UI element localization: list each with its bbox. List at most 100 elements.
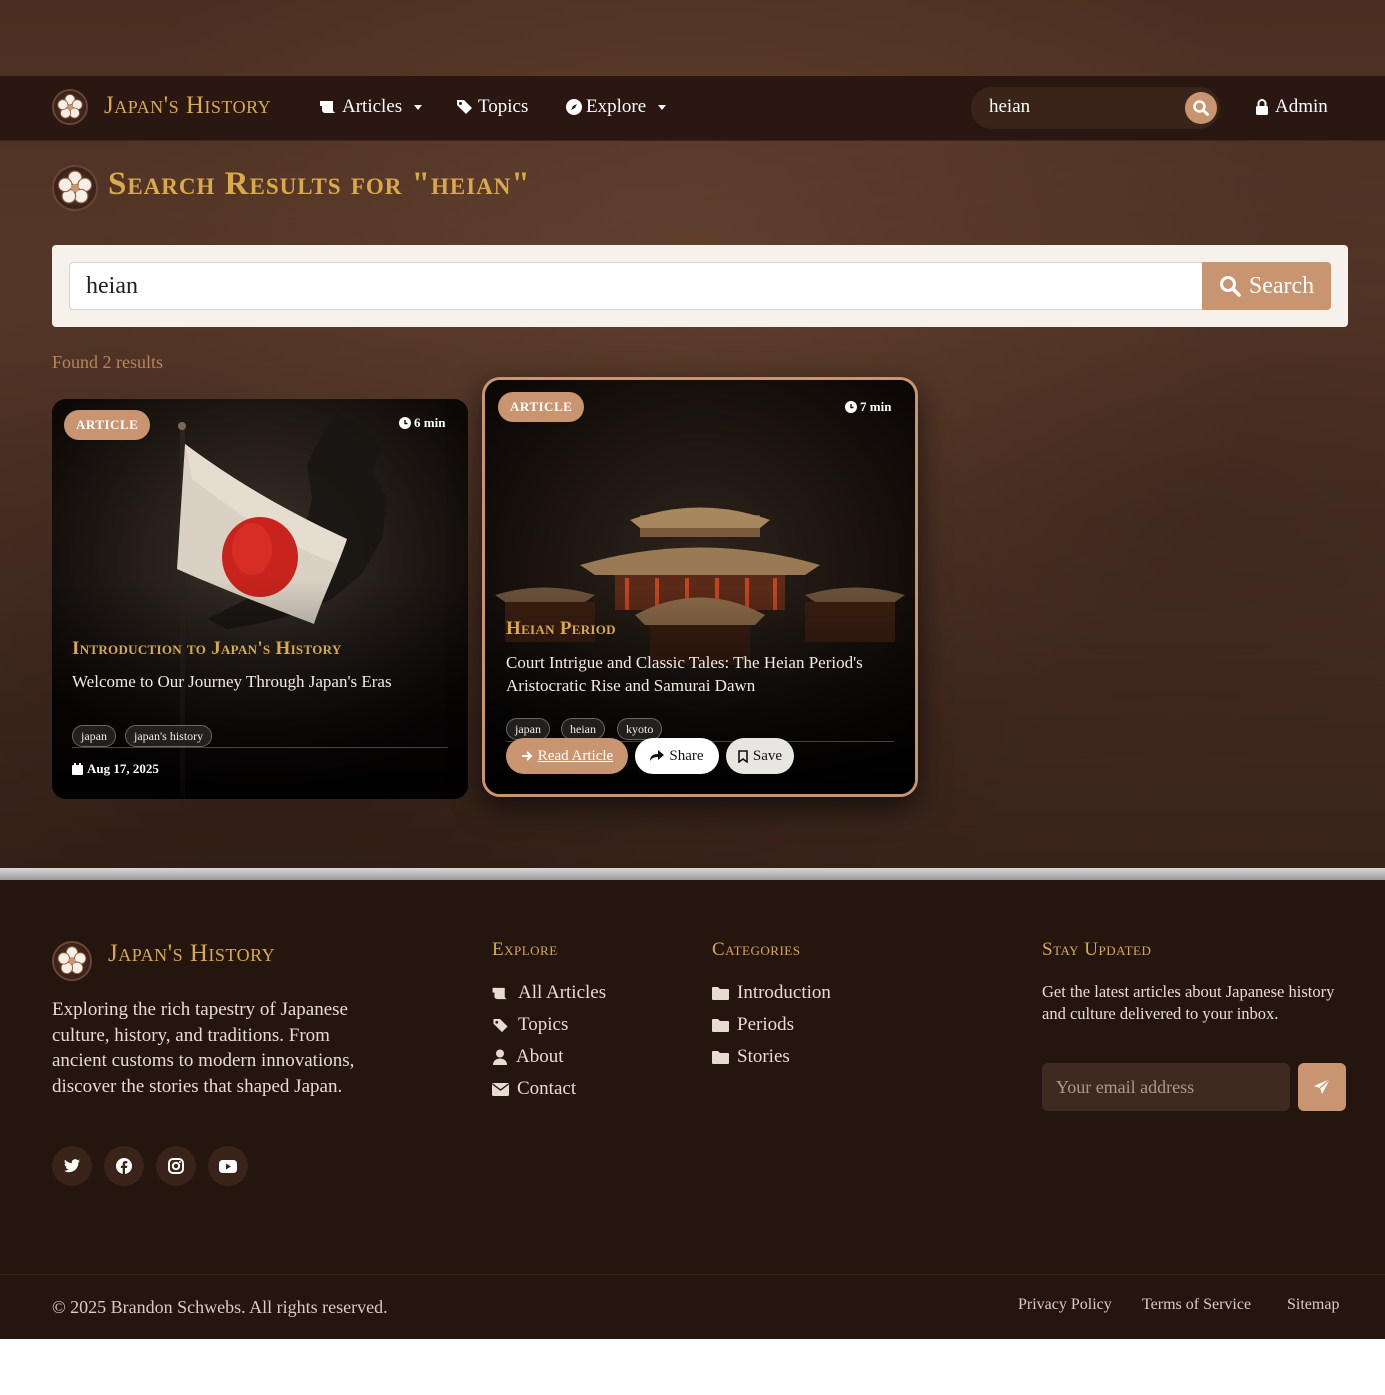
chevron-down-icon [414,104,423,110]
footer-link-label: All Articles [518,982,607,1003]
card-date: Aug 17, 2025 [72,761,159,777]
scroll-icon [492,987,508,999]
read-time-label: 7 min [860,399,892,414]
card-subtitle: Welcome to Our Journey Through Japan's E… [72,672,392,691]
search-panel: Search [52,245,1348,327]
footer-category-stories[interactable]: Stories [712,1046,790,1068]
calendar-icon [72,763,83,775]
bookmark-icon [738,749,748,763]
share-icon [650,750,665,761]
footer-explore-heading: Explore [492,939,558,960]
section-separator [0,868,1385,880]
instagram-icon [168,1158,184,1174]
footer-brand: Japan's History [108,940,276,967]
admin-link[interactable]: Admin [1255,96,1328,118]
save-button[interactable]: Save [726,738,794,774]
clock-icon [399,417,411,429]
sakura-crest-icon [52,165,98,211]
tag[interactable]: kyoto [617,718,663,740]
nav-topics-label: Topics [478,96,529,117]
type-badge: ARTICLE [498,392,585,422]
result-card[interactable]: ARTICLE 6 min Introduction to Japan's Hi… [52,399,468,799]
footer-categories-heading: Categories [712,939,801,960]
nav-search-input[interactable] [989,96,1169,118]
card-subtitle: Court Intrigue and Classic Tales: The He… [506,653,863,695]
footer: Japan's History Exploring the rich tapes… [0,880,1385,1339]
nav-explore[interactable]: Explore [566,96,667,118]
footer-link-topics[interactable]: Topics [492,1014,568,1036]
read-time: 6 min [399,415,445,431]
facebook-link[interactable] [104,1146,144,1186]
footer-link-all-articles[interactable]: All Articles [492,982,606,1004]
footer-link-label: Topics [518,1014,569,1035]
nav-search-button[interactable] [1185,92,1217,124]
chevron-down-icon [658,104,667,110]
search-button[interactable]: Search [1202,262,1331,310]
nav-search [971,87,1220,129]
sakura-crest-icon[interactable] [52,89,88,125]
search-button-label: Search [1248,272,1315,299]
brand-link[interactable]: Japan's History [104,92,271,120]
sakura-crest-icon [52,941,92,981]
result-card[interactable]: ARTICLE 7 min Heian Period Court Intrigu… [482,377,918,797]
footer-category-periods[interactable]: Periods [712,1014,794,1036]
navbar: Japan's History Articles Topics Explore … [0,76,1385,141]
instagram-link[interactable] [156,1146,196,1186]
footer-category-label: Stories [737,1046,790,1067]
lock-icon [1256,99,1268,115]
folder-icon [712,1051,729,1064]
footer-link-label: Contact [517,1078,577,1099]
read-time: 7 min [845,399,891,415]
page-title: Search Results for "heian" [108,166,531,202]
footer-newsletter-heading: Stay Updated [1042,939,1152,960]
privacy-policy-link[interactable]: Privacy Policy [1018,1296,1112,1314]
tag[interactable]: japan's history [125,725,213,747]
search-icon [1193,100,1209,116]
footer-link-label: About [516,1046,564,1067]
terms-of-service-link[interactable]: Terms of Service [1142,1296,1251,1314]
tag[interactable]: heian [561,718,605,740]
card-title[interactable]: Introduction to Japan's History [72,638,342,660]
nav-articles-label: Articles [342,96,403,117]
footer-description: Exploring the rich tapestry of Japanese … [52,999,355,1097]
type-badge: ARTICLE [64,410,151,440]
clock-icon [845,401,857,413]
twitter-icon [64,1159,80,1173]
arrow-right-icon [521,751,533,761]
newsletter-submit-button[interactable] [1298,1063,1346,1111]
share-button[interactable]: Share [635,738,719,774]
footer-category-label: Introduction [737,982,831,1003]
tag[interactable]: japan [506,718,550,740]
read-time-label: 6 min [414,415,446,430]
nav-explore-label: Explore [586,96,647,117]
tag[interactable]: japan [72,725,116,747]
copyright: © 2025 Brandon Schwebs. All rights reser… [52,1297,388,1317]
footer-link-contact[interactable]: Contact [492,1078,576,1100]
card-date-label: Aug 17, 2025 [87,761,159,776]
compass-icon [566,99,582,115]
youtube-icon [219,1159,237,1173]
youtube-link[interactable] [208,1146,248,1186]
footer-category-label: Periods [737,1014,794,1035]
nav-topics[interactable]: Topics [456,96,528,118]
card-divider [72,747,448,748]
read-article-button[interactable]: Read Article [506,738,628,774]
twitter-link[interactable] [52,1146,92,1186]
read-article-label: Read Article [537,747,614,764]
save-label: Save [752,747,783,764]
share-label: Share [669,747,704,764]
tags-icon [493,1018,508,1032]
newsletter-email-input[interactable] [1042,1063,1290,1111]
footer-link-about[interactable]: About [492,1046,564,1068]
user-icon [493,1049,507,1065]
search-icon [1219,276,1241,297]
footer-category-introduction[interactable]: Introduction [712,982,831,1004]
footer-divider [0,1274,1385,1275]
scroll-icon [320,101,336,113]
sitemap-link[interactable]: Sitemap [1287,1296,1339,1314]
search-input[interactable] [69,262,1202,310]
admin-label: Admin [1275,96,1328,117]
nav-articles[interactable]: Articles [320,96,423,118]
envelope-icon [492,1082,509,1096]
card-title[interactable]: Heian Period [506,618,616,640]
